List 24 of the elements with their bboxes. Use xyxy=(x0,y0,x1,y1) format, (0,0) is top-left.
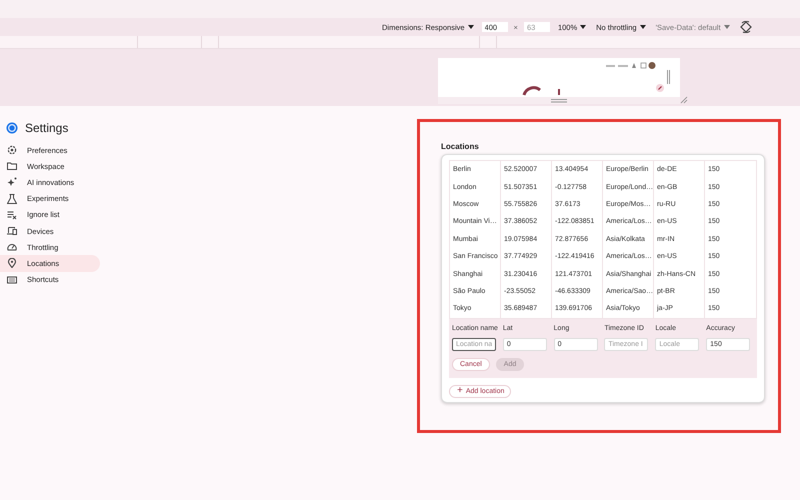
mini-toolbar-drawing xyxy=(606,62,656,69)
keyboard-icon xyxy=(7,274,17,285)
logo-drawing xyxy=(522,86,560,96)
folder-icon xyxy=(7,161,17,172)
gear-icon xyxy=(7,145,17,156)
section-title: Locations xyxy=(441,142,480,153)
plus-icon: + xyxy=(457,386,463,396)
resize-handle-icon[interactable] xyxy=(680,96,688,104)
scrollbar-icon xyxy=(667,70,670,84)
caret-icon xyxy=(724,25,730,29)
caret-icon xyxy=(580,25,586,29)
rotate-icon[interactable] xyxy=(740,21,752,33)
pen-icon[interactable] xyxy=(656,84,664,92)
settings-title: Settings xyxy=(25,121,68,135)
drag-handle-icon[interactable] xyxy=(551,98,567,102)
location-pin-icon xyxy=(7,258,17,268)
caret-icon xyxy=(468,25,474,29)
sparkle-icon xyxy=(7,177,17,188)
list-cross-icon xyxy=(7,210,17,220)
settings-logo-icon xyxy=(6,122,18,134)
gauge-icon xyxy=(7,242,17,252)
caret-icon xyxy=(640,25,646,29)
flask-icon xyxy=(7,194,17,204)
devices-icon xyxy=(7,226,17,236)
